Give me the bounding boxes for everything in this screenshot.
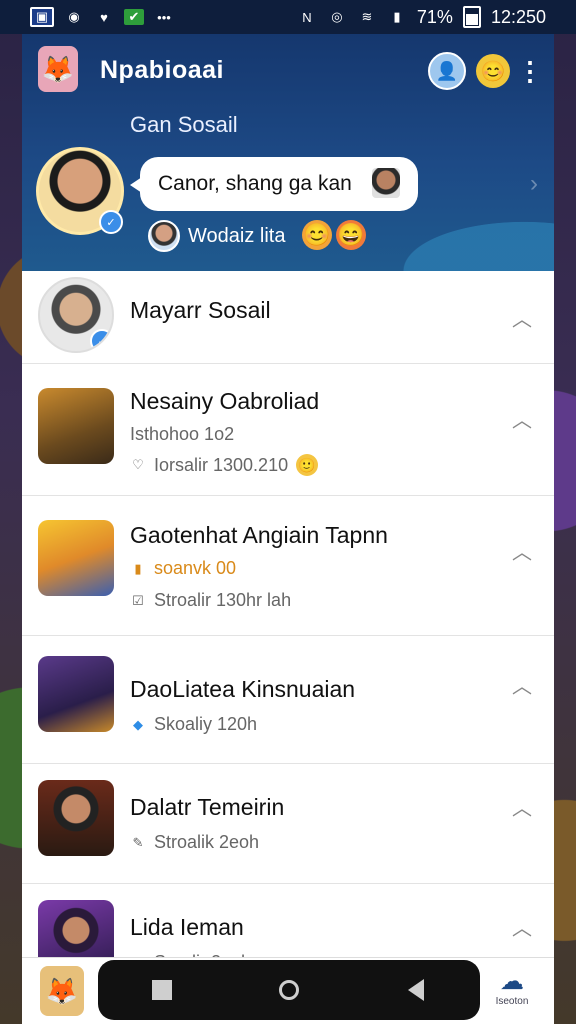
item-meta-text: Iorsalir 1300.210 bbox=[154, 454, 289, 475]
game-thumbnail bbox=[38, 520, 114, 596]
messenger-icon: ◉ bbox=[68, 9, 80, 24]
section-subtitle: Gan Sosail bbox=[130, 112, 238, 137]
list-item[interactable]: DaoLiatea Kinsnuaian ◆ Skoaliy 120h ︿ bbox=[22, 636, 554, 764]
circle-icon bbox=[278, 980, 299, 1000]
message-text: Canor, shang ga kan bbox=[158, 172, 352, 195]
home-button[interactable] bbox=[269, 970, 309, 1010]
chevron-up-icon[interactable]: ︿ bbox=[512, 303, 532, 332]
list-item[interactable]: Nesainy Oabroliad Isthohoo 1o2 ♡ Iorsali… bbox=[22, 364, 554, 496]
message-bubble[interactable]: Canor, shang ga kan bbox=[130, 157, 418, 211]
list-item[interactable]: ✓ Mayarr Sosail ︿ bbox=[22, 271, 554, 364]
smiley-icon: 😊 bbox=[480, 60, 506, 83]
item-meta-text: Skoaliy 120h bbox=[154, 714, 258, 734]
alarm-icon: ◎ bbox=[331, 9, 343, 24]
item-meta: ☑ Stroalir 130hr lah bbox=[130, 590, 291, 611]
verified-badge-icon: ✓ bbox=[90, 329, 112, 351]
tab-home[interactable]: ☁ Iseoton bbox=[484, 968, 540, 1007]
clock: 12:250 bbox=[490, 6, 546, 27]
game-thumbnail bbox=[38, 656, 114, 732]
hero-avatar[interactable]: ✓ bbox=[36, 147, 124, 235]
mini-avatar bbox=[148, 220, 180, 252]
battery-icon bbox=[462, 6, 481, 28]
signal-icon: ▮ bbox=[393, 9, 401, 24]
item-meta-text: Stroalir 130hr lah bbox=[154, 590, 292, 610]
app-header: 🦊 Npabioaai 👤 😊 ⋮ Gan Sosail ✓ Canor, sh… bbox=[22, 34, 554, 271]
app-title: Npabioaai bbox=[100, 56, 224, 84]
item-meta: ◆ Skoaliy 120h bbox=[130, 714, 257, 735]
item-title: Mayarr Sosail bbox=[130, 297, 271, 323]
location-pin-icon: ◆ bbox=[133, 716, 143, 732]
header-actions: 👤 😊 ⋮ bbox=[428, 52, 543, 90]
bubble-avatar bbox=[372, 168, 400, 198]
chevron-up-icon[interactable]: ︿ bbox=[512, 912, 532, 941]
more-options-button[interactable]: ⋮ bbox=[517, 54, 543, 88]
list-item[interactable]: Gaotenhat Angiain Tapnn ▮ soanvk 00 ☑ St… bbox=[22, 496, 554, 636]
square-icon bbox=[151, 980, 172, 1000]
cloud-home-icon: ☁ bbox=[500, 968, 524, 995]
status-bar: ▣ ◉ ♥ ✔ ••• N ◎ ≋ ▮ 71% 12:250 bbox=[0, 0, 576, 34]
emoji-face-icon: 😊 bbox=[302, 220, 332, 250]
item-meta: ✎ Stroalik 2eoh bbox=[130, 832, 260, 853]
item-subtitle: ▮ soanvk 00 bbox=[130, 558, 236, 579]
nfc-icon: N bbox=[302, 9, 312, 25]
game-app-icon[interactable]: 🦊 bbox=[40, 966, 84, 1016]
more-dots-icon: ••• bbox=[157, 9, 171, 25]
app-logo-icon: 🦊 bbox=[38, 46, 78, 92]
chevron-right-icon[interactable]: › bbox=[530, 170, 538, 198]
item-title: DaoLiatea Kinsnuaian bbox=[130, 676, 356, 702]
chevron-up-icon[interactable]: ︿ bbox=[512, 404, 532, 433]
triangle-back-icon bbox=[408, 979, 425, 1001]
calendar-icon: ☑ bbox=[132, 592, 144, 608]
back-button[interactable] bbox=[396, 970, 436, 1010]
heart-outline-icon: ♡ bbox=[132, 457, 144, 472]
item-title: Dalatr Temeirin bbox=[130, 794, 285, 820]
game-thumbnail bbox=[38, 388, 114, 464]
chevron-up-icon[interactable]: ︿ bbox=[512, 792, 532, 821]
user-icon: 👤 bbox=[435, 60, 459, 81]
chevron-up-icon[interactable]: ︿ bbox=[512, 670, 532, 699]
item-subtitle: Isthohoo 1o2 bbox=[130, 424, 234, 445]
recents-button[interactable] bbox=[142, 970, 182, 1010]
wifi-icon: ≋ bbox=[361, 9, 373, 24]
verified-badge-icon: ✓ bbox=[99, 210, 123, 234]
screen-record-icon: ▣ bbox=[30, 7, 54, 27]
item-title: Gaotenhat Angiain Tapnn bbox=[130, 522, 388, 548]
bookmark-icon: ▮ bbox=[134, 560, 142, 576]
app-window: 🦊 Npabioaai 👤 😊 ⋮ Gan Sosail ✓ Canor, sh… bbox=[22, 34, 554, 1024]
system-navigation-bar bbox=[98, 960, 480, 1020]
list-item[interactable]: Dalatr Temeirin ✎ Stroalik 2eoh ︿ bbox=[22, 764, 554, 884]
avatar bbox=[38, 780, 114, 856]
item-meta-text: Stroalik 2eoh bbox=[154, 832, 260, 852]
item-subtitle-text: soanvk 00 bbox=[154, 558, 237, 578]
bottom-bar: 🦊 ☁ Iseoton bbox=[22, 957, 554, 1024]
profile-button[interactable]: 👤 bbox=[428, 52, 466, 90]
item-meta: ♡ Iorsalir 1300.210 🙂 bbox=[130, 454, 319, 476]
avatar: ✓ bbox=[38, 277, 114, 353]
vertical-dots-icon: ⋮ bbox=[517, 56, 543, 86]
emoji-face-icon: 😄 bbox=[336, 220, 366, 250]
chevron-up-icon[interactable]: ︿ bbox=[512, 536, 532, 565]
heart-icon: ♥ bbox=[100, 9, 108, 25]
battery-percent: 71% bbox=[416, 6, 453, 27]
tab-home-label: Iseoton bbox=[495, 996, 529, 1007]
edit-icon: ✎ bbox=[132, 834, 144, 850]
item-title: Lida Ieman bbox=[130, 914, 244, 940]
item-title: Nesainy Oabroliad bbox=[130, 388, 320, 414]
smiley-icon: 🙂 bbox=[296, 454, 319, 476]
check-icon: ✔ bbox=[124, 9, 144, 25]
item-subtitle-text: Isthohoo 1o2 bbox=[130, 424, 235, 444]
reaction-button[interactable]: 😊 bbox=[476, 54, 510, 88]
hero-caption: Wodaiz lita bbox=[188, 225, 286, 247]
contact-list: ✓ Mayarr Sosail ︿ Nesainy Oabroliad Isth… bbox=[22, 271, 554, 994]
